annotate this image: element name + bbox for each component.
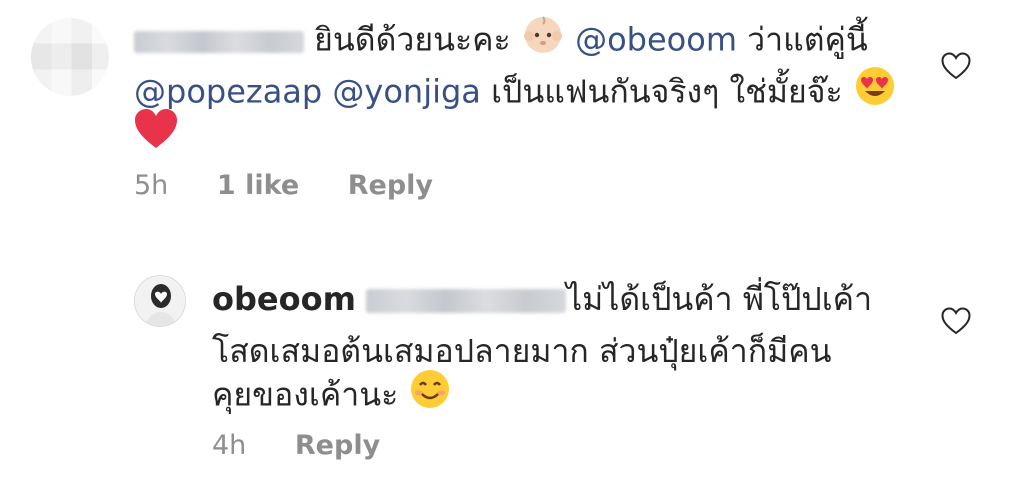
reply-button[interactable]: Reply xyxy=(295,430,380,461)
timestamp: 4h xyxy=(212,430,247,461)
like-heart-icon[interactable] xyxy=(941,307,971,335)
timestamp: 5h xyxy=(134,170,169,201)
comment-line-2: @popezaap @yonjiga เป็นแฟนกันจริงๆ ใช่มั… xyxy=(134,64,897,123)
comment-line-1: obeoom ไม่ได้เป็นค้า พี่โป๊ปเค้า xyxy=(212,273,872,325)
blurred-mention[interactable] xyxy=(366,289,567,313)
mention-link[interactable]: @obeoom xyxy=(575,21,737,59)
avatar[interactable] xyxy=(134,275,186,327)
comment-line-1: ยินดีด้วยนะคะ @obeoom ว่าแต่คู่นี้ xyxy=(134,12,868,71)
username-link[interactable]: obeoom xyxy=(212,280,356,318)
reply-button[interactable]: Reply xyxy=(348,170,433,201)
blurred-username[interactable] xyxy=(134,30,304,53)
mention-link[interactable]: @yonjiga xyxy=(332,73,481,111)
red-heart-emoji-icon xyxy=(134,108,178,154)
mention-link[interactable]: @popezaap xyxy=(134,73,322,111)
comment-meta: 4h Reply xyxy=(212,430,420,461)
comment-text: ไม่ได้เป็นค้า พี่โป๊ปเค้า xyxy=(566,280,873,318)
comment-meta: 5h 1 like Reply xyxy=(134,170,473,201)
avatar-image xyxy=(135,276,185,326)
comment-line-3: คุยของเค้านะ xyxy=(212,367,452,426)
comment-text: เป็นแฟนกันจริงๆ ใช่มั้ยจ๊ะ xyxy=(491,72,843,111)
avatar[interactable] xyxy=(31,18,109,96)
comment-text: คุยของเค้านะ xyxy=(212,375,399,414)
like-heart-icon[interactable] xyxy=(941,52,971,80)
comment-text: ว่าแต่คู่นี้ xyxy=(747,20,868,59)
baby-emoji-icon xyxy=(521,12,565,71)
comment-text: ยินดีด้วยนะคะ xyxy=(314,20,511,59)
like-count[interactable]: 1 like xyxy=(217,170,299,201)
heart-eyes-emoji-icon xyxy=(853,64,897,123)
smiling-emoji-icon xyxy=(408,367,452,426)
